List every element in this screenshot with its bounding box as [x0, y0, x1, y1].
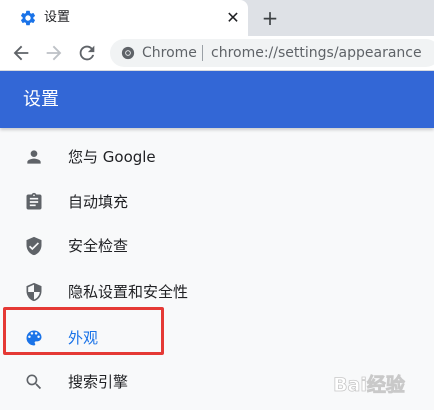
- site-chip: Chrome: [142, 45, 197, 61]
- settings-header: 设置: [0, 71, 434, 128]
- settings-tab[interactable]: 设置 ✕: [0, 0, 248, 36]
- shield-half-icon: [26, 282, 42, 302]
- chrome-logo-icon: [121, 46, 135, 60]
- sidebar-item-label: 您与 Google: [68, 148, 156, 166]
- highlight-box: [3, 307, 164, 355]
- sidebar-item-privacy[interactable]: 隐私设置和安全性: [0, 272, 434, 312]
- new-tab-button[interactable]: +: [259, 7, 281, 29]
- page-title: 设置: [23, 89, 59, 110]
- url-text[interactable]: chrome://settings/appearance: [211, 44, 422, 62]
- gear-icon: [20, 10, 36, 26]
- sidebar-item-label: 隐私设置和安全性: [68, 283, 189, 301]
- sidebar-item-label: 自动填充: [68, 193, 129, 211]
- tab-strip: 设置 ✕ +: [0, 0, 434, 36]
- url-divider: [202, 45, 203, 61]
- person-icon: [27, 150, 41, 164]
- sidebar-item-label: 安全检查: [68, 237, 129, 255]
- sidebar-item-label: 搜索引擎: [68, 373, 129, 391]
- sidebar-item-you-and-google[interactable]: 您与 Google: [0, 137, 434, 177]
- sidebar-item-safety-check[interactable]: 安全检查: [0, 226, 434, 266]
- clipboard-icon: [26, 192, 42, 210]
- shield-check-icon: [26, 236, 42, 256]
- toolbar: Chrome chrome://settings/appearance: [0, 36, 434, 71]
- reload-icon[interactable]: [76, 42, 98, 64]
- close-tab-icon[interactable]: ✕: [224, 9, 242, 27]
- tab-title: 设置: [44, 10, 71, 25]
- sidebar-item-autofill[interactable]: 自动填充: [0, 182, 434, 222]
- address-bar[interactable]: Chrome chrome://settings/appearance: [110, 39, 434, 67]
- back-arrow-icon[interactable]: [10, 42, 32, 64]
- baidu-watermark: Bai经验: [333, 373, 407, 397]
- search-icon: [26, 374, 42, 390]
- watermark-text: Bai经验: [333, 373, 406, 396]
- forward-arrow-icon[interactable]: [43, 42, 65, 64]
